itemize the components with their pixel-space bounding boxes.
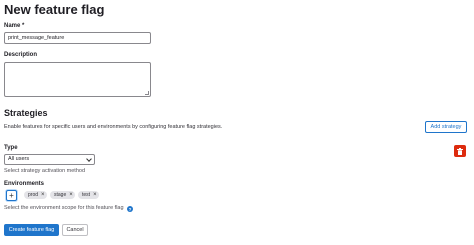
description-label: Description <box>4 52 38 58</box>
plus-icon: + <box>9 191 14 200</box>
chip-label: prod <box>28 192 39 198</box>
create-feature-flag-button[interactable]: Create feature flag <box>4 224 59 236</box>
chip-label: test <box>82 192 91 198</box>
name-input[interactable]: print_message_feature <box>4 32 151 44</box>
description-textarea[interactable] <box>4 62 151 97</box>
environments-label: Environments <box>4 181 45 187</box>
delete-strategy-button[interactable] <box>454 145 466 157</box>
chip-label: stage <box>54 192 67 198</box>
question-icon[interactable]: ? <box>127 206 133 212</box>
remove-chip-icon[interactable]: × <box>93 192 97 198</box>
resize-grip-icon[interactable] <box>145 91 149 95</box>
strategies-heading: Strategies <box>4 108 48 118</box>
environment-chip: stage × <box>50 191 75 199</box>
name-label: Name * <box>4 23 25 29</box>
trash-icon <box>457 147 463 155</box>
environment-chip: prod × <box>24 191 47 199</box>
add-environment-button[interactable]: + <box>6 190 17 201</box>
type-select[interactable]: All users <box>4 154 95 165</box>
remove-chip-icon[interactable]: × <box>69 192 73 198</box>
environments-help-text: Select the environment scope for this fe… <box>4 205 124 211</box>
environment-chip: test × <box>78 191 99 199</box>
strategies-description: Enable features for specific users and e… <box>4 124 223 130</box>
add-strategy-button[interactable]: Add strategy <box>425 121 467 133</box>
type-label: Type <box>4 145 18 151</box>
remove-chip-icon[interactable]: × <box>41 192 45 198</box>
page-title: New feature flag <box>4 2 105 17</box>
chevron-down-icon <box>86 156 92 162</box>
cancel-button[interactable]: Cancel <box>62 224 88 236</box>
type-help-text: Select strategy activation method <box>4 168 86 174</box>
type-select-value: All users <box>8 156 30 162</box>
